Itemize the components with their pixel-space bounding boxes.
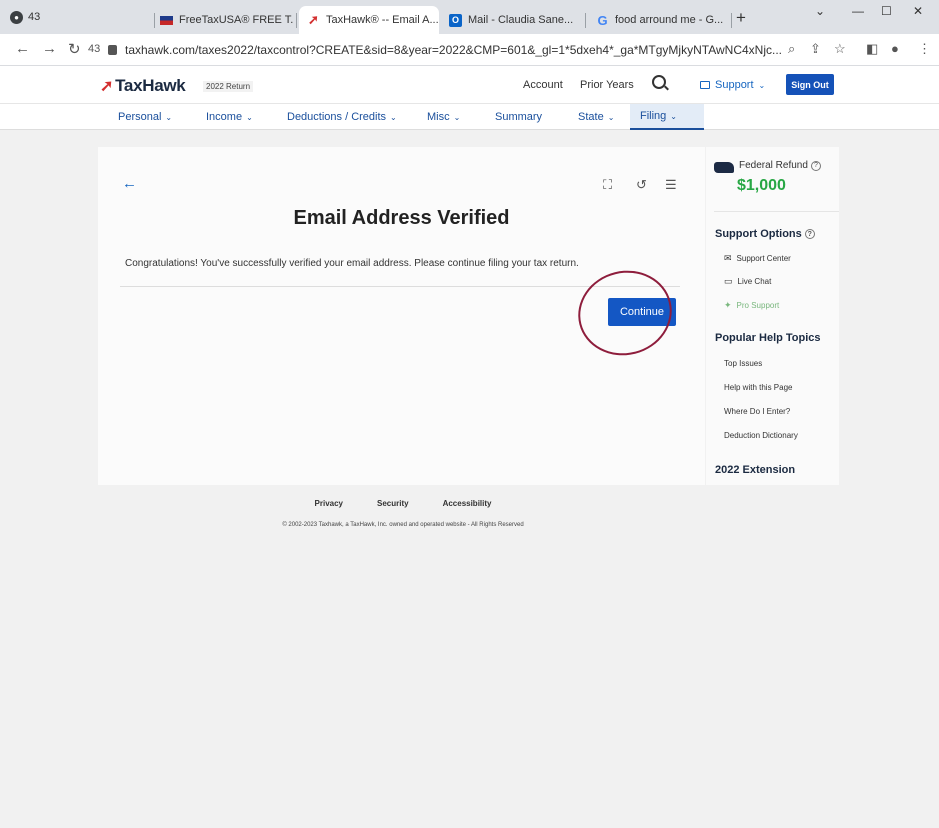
back-arrow-icon[interactable]: ←: [122, 175, 137, 192]
support-center-link[interactable]: ✉ Support Center: [724, 253, 791, 264]
hawk-logo-icon: ➚: [100, 78, 114, 95]
new-tab-icon[interactable]: +: [736, 8, 746, 28]
bookmark-star-icon[interactable]: ☆: [834, 41, 846, 57]
chat-bubble-icon: [700, 81, 710, 89]
forward-icon[interactable]: →: [42, 40, 57, 57]
popular-help-heading: Popular Help Topics: [715, 332, 821, 344]
tab-summary[interactable]: Summary: [495, 104, 542, 130]
help-topic-deduction-dictionary[interactable]: Deduction Dictionary: [724, 431, 798, 440]
chevron-down-icon: ⌄: [670, 111, 677, 121]
search-icon[interactable]: [652, 75, 666, 89]
browser-tab-google[interactable]: G food arround me - G... ✕: [588, 6, 730, 34]
close-icon[interactable]: ✕: [729, 14, 730, 27]
tab-separator: [585, 13, 586, 28]
taxhawk-logo[interactable]: ➚ TaxHawk: [100, 76, 186, 96]
main-nav: Personal ⌄ Income ⌄ Deductions / Credits ⌄ …: [0, 104, 939, 130]
close-icon[interactable]: ✕: [579, 14, 583, 27]
sidebar: Federal Refund ? $1,000 Support Options …: [706, 147, 839, 485]
chat-bubble-icon: ▭: [724, 276, 733, 286]
close-window-icon[interactable]: ✕: [913, 4, 923, 18]
tab-state[interactable]: State ⌄: [578, 104, 614, 130]
help-icon[interactable]: ?: [810, 160, 821, 171]
help-icon[interactable]: ?: [804, 229, 815, 239]
support-options-heading: Support Options ?: [715, 228, 815, 240]
browser-tab-mail[interactable]: O Mail - Claudia Sane... ✕: [441, 6, 583, 34]
help-topic-top-issues[interactable]: Top Issues: [724, 359, 762, 368]
help-topic-where-enter[interactable]: Where Do I Enter?: [724, 407, 790, 416]
envelope-icon: ✉: [724, 253, 732, 263]
account-link[interactable]: Account: [523, 79, 563, 91]
sign-out-button[interactable]: Sign Out: [786, 74, 834, 95]
bookmark-page-icon[interactable]: ⛶: [603, 177, 612, 193]
support-dropdown[interactable]: Support ⌄: [700, 79, 765, 91]
chevron-down-icon: ⌄: [453, 112, 461, 122]
list-icon[interactable]: ☰: [665, 177, 677, 193]
outlook-icon: O: [449, 13, 462, 27]
taxhawk-icon: ➚: [308, 12, 319, 27]
tab-search-chevron-icon[interactable]: ⌄: [815, 4, 825, 18]
tab-filing[interactable]: Filing ⌄: [630, 104, 704, 130]
site-header: ➚ TaxHawk 2022 Return Account Prior Year…: [0, 66, 939, 104]
chevron-down-icon: ⌄: [758, 80, 766, 90]
menu-dots-icon[interactable]: ⋮: [918, 41, 931, 57]
browser-tab-taxhawk[interactable]: ➚ TaxHawk® -- Email A... ✕: [299, 6, 439, 34]
lock-icon: [108, 45, 117, 55]
verification-message: Congratulations! You've successfully ver…: [125, 258, 579, 269]
browser-tab-bar: ● 43 FreeTaxUSA® FREE T... ✕ ➚ TaxHawk® …: [0, 0, 939, 34]
tab-count[interactable]: ● 43: [0, 10, 70, 24]
tab-deductions-credits[interactable]: Deductions / Credits ⌄: [287, 104, 397, 130]
url-text: taxhawk.com/taxes2022/taxcontrol?CREATE&…: [125, 43, 782, 57]
federal-refund-label: Federal Refund ?: [739, 160, 821, 171]
us-map-icon: [714, 162, 734, 173]
page-title: Email Address Verified: [293, 207, 510, 229]
profile-icon[interactable]: ●: [891, 41, 899, 56]
copyright: © 2002-2023 Taxhawk, a TaxHawk, Inc. own…: [282, 522, 524, 528]
chevron-down-icon: ⌄: [390, 112, 397, 122]
footer-links: Privacy Security Accessibility: [0, 499, 806, 508]
address-bar: ← → ↻ 43 taxhawk.com/taxes2022/taxcontro…: [0, 34, 939, 66]
privacy-link[interactable]: Privacy: [315, 499, 343, 508]
tab-separator: [154, 13, 155, 28]
minimize-icon[interactable]: —: [852, 4, 864, 18]
zoom-icon[interactable]: ⌕: [788, 41, 795, 57]
flag-icon: [160, 15, 173, 25]
tab-misc[interactable]: Misc ⌄: [427, 104, 460, 130]
google-icon: G: [597, 12, 608, 28]
reload-icon[interactable]: ↻: [68, 40, 81, 58]
history-icon[interactable]: ↺: [636, 177, 647, 193]
security-link[interactable]: Security: [377, 499, 409, 508]
pro-support-link[interactable]: ✦ Pro Support: [724, 300, 779, 311]
divider: [714, 211, 839, 212]
extension-heading[interactable]: 2022 Extension: [715, 464, 795, 476]
year-badge: 2022 Return: [203, 81, 254, 92]
share-icon[interactable]: ⇪: [810, 41, 821, 57]
tab-separator: [731, 13, 732, 28]
tab-income[interactable]: Income ⌄: [206, 104, 253, 130]
help-topic-this-page[interactable]: Help with this Page: [724, 383, 792, 392]
chevron-down-icon: ⌄: [607, 112, 615, 122]
federal-refund-amount: $1,000: [737, 177, 786, 194]
pro-support-icon: ✦: [724, 300, 732, 310]
url-field[interactable]: taxhawk.com/taxes2022/taxcontrol?CREATE&…: [108, 38, 853, 62]
chevron-down-icon: ⌄: [165, 112, 173, 122]
maximize-icon[interactable]: ☐: [881, 4, 892, 18]
tab-personal[interactable]: Personal ⌄: [118, 104, 172, 130]
tab-separator: [296, 13, 297, 28]
history-count: 43: [88, 43, 101, 55]
tab-group-icon: ●: [10, 10, 23, 24]
accessibility-link[interactable]: Accessibility: [443, 499, 492, 508]
prior-years-link[interactable]: Prior Years: [580, 79, 634, 91]
side-panel-icon[interactable]: ◧: [866, 41, 878, 57]
back-icon[interactable]: ←: [15, 40, 30, 57]
browser-tab-freetaxusa[interactable]: FreeTaxUSA® FREE T... ✕: [152, 6, 294, 34]
chevron-down-icon: ⌄: [246, 112, 253, 122]
live-chat-link[interactable]: ▭ Live Chat: [724, 276, 771, 287]
